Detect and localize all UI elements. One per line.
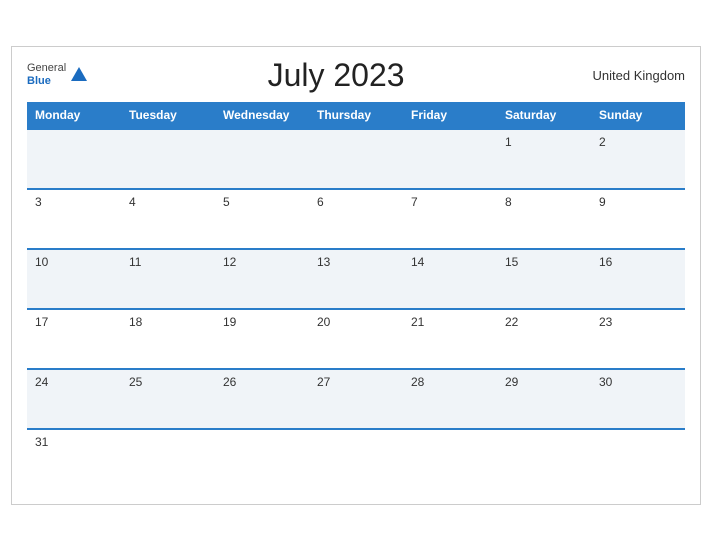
day-cell: 13	[309, 249, 403, 309]
day-cell	[121, 129, 215, 189]
logo-blue-text: Blue	[27, 75, 66, 88]
header-tuesday: Tuesday	[121, 102, 215, 129]
day-cell: 23	[591, 309, 685, 369]
week-row-1: 1 2	[27, 129, 685, 189]
logo: General Blue	[27, 62, 87, 88]
day-cell	[309, 129, 403, 189]
logo-triangle-icon	[71, 67, 87, 81]
week-row-2: 3 4 5 6 7 8 9	[27, 189, 685, 249]
day-cell: 9	[591, 189, 685, 249]
day-cell: 26	[215, 369, 309, 429]
weekday-header-row: Monday Tuesday Wednesday Thursday Friday…	[27, 102, 685, 129]
header-sunday: Sunday	[591, 102, 685, 129]
day-cell	[121, 429, 215, 489]
day-cell: 16	[591, 249, 685, 309]
day-cell: 18	[121, 309, 215, 369]
day-cell: 7	[403, 189, 497, 249]
day-cell	[215, 129, 309, 189]
day-cell: 12	[215, 249, 309, 309]
day-cell	[215, 429, 309, 489]
day-cell: 15	[497, 249, 591, 309]
day-cell	[403, 129, 497, 189]
day-cell: 30	[591, 369, 685, 429]
day-cell: 4	[121, 189, 215, 249]
week-row-6: 31	[27, 429, 685, 489]
day-cell: 3	[27, 189, 121, 249]
week-row-3: 10 11 12 13 14 15 16	[27, 249, 685, 309]
week-row-4: 17 18 19 20 21 22 23	[27, 309, 685, 369]
calendar: General Blue July 2023 United Kingdom Mo…	[11, 46, 701, 505]
day-cell	[591, 429, 685, 489]
day-cell: 24	[27, 369, 121, 429]
country-label: United Kingdom	[585, 68, 685, 83]
calendar-header: General Blue July 2023 United Kingdom	[27, 57, 685, 94]
day-cell: 17	[27, 309, 121, 369]
day-cell: 2	[591, 129, 685, 189]
day-cell: 27	[309, 369, 403, 429]
header-thursday: Thursday	[309, 102, 403, 129]
day-cell: 14	[403, 249, 497, 309]
day-cell: 28	[403, 369, 497, 429]
day-cell	[403, 429, 497, 489]
day-cell	[497, 429, 591, 489]
day-cell: 29	[497, 369, 591, 429]
day-cell: 11	[121, 249, 215, 309]
logo-general-text: General	[27, 62, 66, 75]
header-monday: Monday	[27, 102, 121, 129]
month-title: July 2023	[87, 57, 585, 94]
day-cell: 25	[121, 369, 215, 429]
day-cell	[309, 429, 403, 489]
day-cell: 5	[215, 189, 309, 249]
header-friday: Friday	[403, 102, 497, 129]
day-cell: 10	[27, 249, 121, 309]
day-cell: 20	[309, 309, 403, 369]
day-cell: 19	[215, 309, 309, 369]
day-cell: 8	[497, 189, 591, 249]
day-cell	[27, 129, 121, 189]
day-cell: 21	[403, 309, 497, 369]
day-cell: 31	[27, 429, 121, 489]
header-wednesday: Wednesday	[215, 102, 309, 129]
header-saturday: Saturday	[497, 102, 591, 129]
week-row-5: 24 25 26 27 28 29 30	[27, 369, 685, 429]
day-cell: 1	[497, 129, 591, 189]
day-cell: 6	[309, 189, 403, 249]
day-cell: 22	[497, 309, 591, 369]
calendar-grid: Monday Tuesday Wednesday Thursday Friday…	[27, 102, 685, 489]
